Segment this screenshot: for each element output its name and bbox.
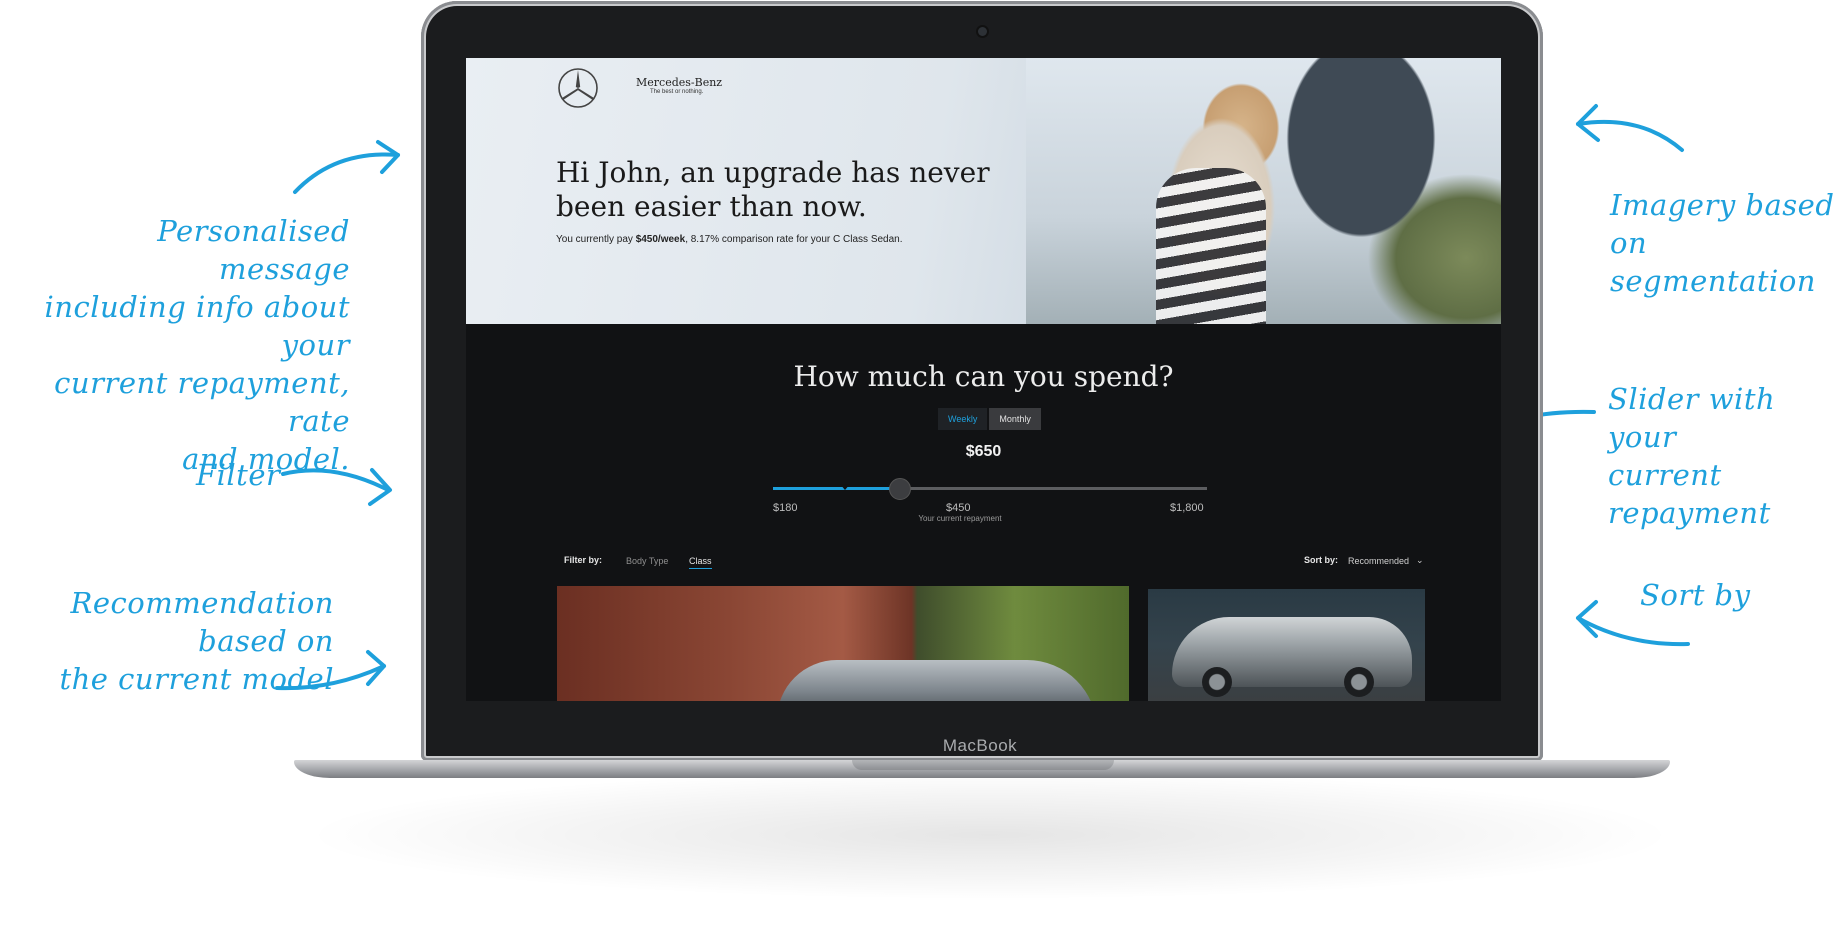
toggle-weekly[interactable]: Weekly (938, 408, 988, 430)
annotation-imagery: Imagery based on segmentation (1610, 188, 1835, 298)
filter-body-type[interactable]: Body Type (626, 556, 668, 566)
car-card-hatchback[interactable] (1148, 589, 1425, 701)
slider-min-label: $180 (773, 502, 798, 514)
wheel-icon (1344, 667, 1374, 697)
hero-photo-detail (1156, 168, 1266, 324)
brand-name[interactable]: Mercedes-Benz (636, 76, 722, 89)
hero-subtitle: You currently pay $450/week, 8.17% compa… (556, 234, 903, 245)
brand-tagline: The best or nothing. (650, 89, 704, 95)
laptop-notch (852, 760, 1114, 770)
slider-fill (773, 487, 899, 490)
slider-thumb[interactable] (888, 478, 911, 500)
sort-dropdown[interactable]: Recommended (1348, 556, 1409, 566)
website-screen: Mercedes-Benz The best or nothing. Hi Jo… (466, 58, 1501, 701)
slider-max-label: $1,800 (1170, 502, 1204, 514)
slider-current-caption: Your current repayment (918, 514, 1002, 523)
chevron-down-icon[interactable]: ⌄ (1416, 555, 1424, 566)
mercedes-star-icon[interactable] (556, 66, 600, 110)
laptop-shadow (300, 770, 1680, 900)
annotation-slider: Slider with your current repayment (1608, 382, 1776, 530)
arrow-personalised-icon (293, 140, 400, 194)
hero-banner: Mercedes-Benz The best or nothing. Hi Jo… (466, 58, 1501, 324)
filter-label: Filter by: (564, 555, 603, 565)
slider-value: $650 (965, 443, 1002, 460)
annotation-filter: Filter (196, 458, 281, 492)
current-repayment-amount: $450/week (635, 234, 686, 245)
filter-class[interactable]: Class (689, 556, 712, 569)
arrow-sort-icon (1576, 600, 1690, 647)
arrow-recommendation-icon (275, 650, 386, 691)
arrow-imagery-icon (1576, 104, 1684, 152)
hero-title: Hi John, an upgrade has never been easie… (556, 156, 990, 223)
recommended-car-card[interactable] (557, 586, 1129, 701)
slider-current-label: $450 (946, 502, 971, 514)
wheel-icon (1202, 667, 1232, 697)
current-repayment-marker (840, 484, 851, 490)
camera-icon (978, 27, 987, 36)
sedan-image (777, 660, 1097, 701)
sort-label: Sort by: (1304, 555, 1339, 565)
repayment-slider-track[interactable] (773, 484, 1207, 490)
annotation-personalised: Personalised message including info abou… (44, 214, 350, 476)
period-toggle: Weekly Monthly (938, 408, 1041, 430)
spend-title: How much can you spend? (793, 360, 1174, 393)
arrow-filter-icon (281, 468, 392, 506)
toggle-monthly[interactable]: Monthly (989, 408, 1041, 430)
device-label: MacBook (942, 736, 1018, 755)
